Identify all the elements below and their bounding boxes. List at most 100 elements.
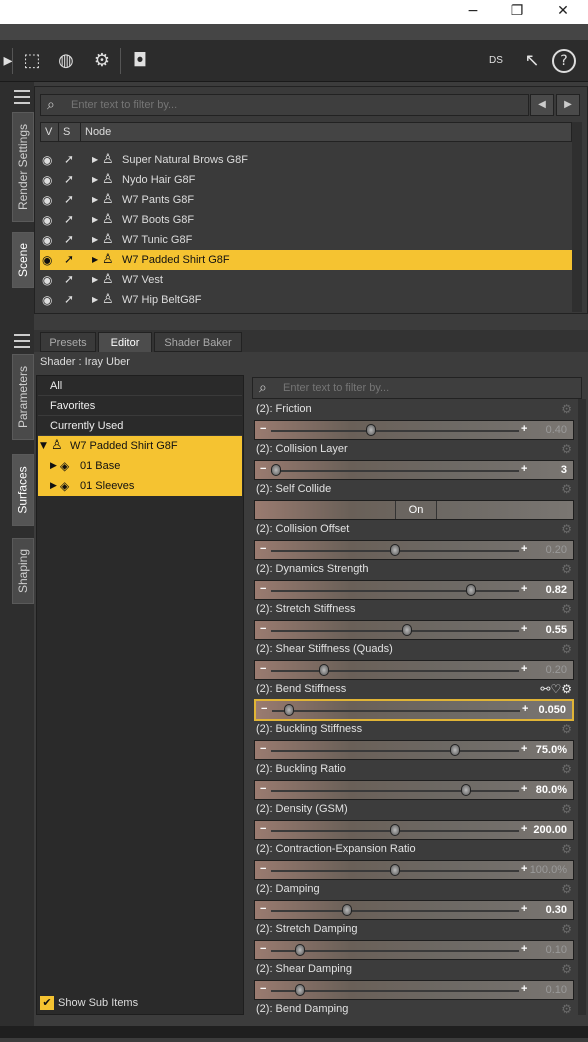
expand-right-icon[interactable]: ▶	[92, 155, 98, 164]
decrement-button[interactable]: −	[260, 983, 266, 995]
gear-icon[interactable]: ⚙	[561, 722, 572, 736]
property-value[interactable]: 100.0%	[530, 864, 567, 876]
select-arrow-icon[interactable]: ➚	[64, 212, 74, 226]
scene-node-row[interactable]: ◉ ➚ ▶ ♙ Nydo Hair G8F	[40, 170, 572, 190]
gear-icon[interactable]: ⚙	[561, 882, 572, 896]
gear-icon[interactable]: ⚙	[561, 922, 572, 936]
tab-surfaces[interactable]: Surfaces	[12, 454, 34, 526]
increment-button[interactable]: +	[521, 543, 527, 555]
help-icon[interactable]: ?	[552, 49, 576, 73]
slider-track[interactable]: − +100.0%	[254, 860, 574, 880]
increment-button[interactable]: +	[522, 703, 528, 715]
decrement-button[interactable]: −	[260, 463, 266, 475]
minimize-button[interactable]: −	[450, 0, 496, 24]
gear-icon[interactable]: ⚙	[561, 562, 572, 576]
expand-right-icon[interactable]: ▶	[92, 255, 98, 264]
property-value[interactable]: 80.0%	[536, 784, 567, 796]
tree-item-all[interactable]: All	[38, 376, 242, 396]
slider-track[interactable]: − +0.10	[254, 980, 574, 1000]
slider-knob[interactable]	[461, 784, 471, 796]
decrement-button[interactable]: −	[260, 823, 266, 835]
scene-node-row[interactable]: ◉ ➚ ▶ ♙ Super Natural Brows G8F	[40, 150, 572, 170]
increment-button[interactable]: +	[521, 463, 527, 475]
scene-node-row[interactable]: ◉ ➚ ▶ ♙ W7 Pants G8F	[40, 190, 572, 210]
gear-icon[interactable]: ⚙	[561, 842, 572, 856]
slider-track[interactable]: − +0.40	[254, 420, 574, 440]
property-value[interactable]: 0.82	[546, 584, 567, 596]
tree-item-favorites[interactable]: Favorites	[38, 396, 242, 416]
property-value[interactable]: 0.050	[538, 704, 566, 716]
eye-icon[interactable]: ◉	[42, 253, 52, 267]
tab-render-settings[interactable]: Render Settings	[12, 112, 34, 222]
column-visible[interactable]: V	[41, 123, 59, 141]
tab-editor[interactable]: Editor	[98, 332, 152, 352]
filter-next-button[interactable]: ▶	[556, 94, 580, 116]
decrement-button[interactable]: −	[260, 663, 266, 675]
slider-knob[interactable]	[390, 544, 400, 556]
property-filter-input[interactable]	[283, 380, 573, 396]
tree-item-currently-used[interactable]: Currently Used	[38, 416, 242, 436]
eye-icon[interactable]: ◉	[42, 233, 52, 247]
decrement-button[interactable]: −	[260, 423, 266, 435]
gear-icon[interactable]: ⚙	[561, 602, 572, 616]
whats-this-icon[interactable]: ↖	[518, 48, 546, 74]
decrement-button[interactable]: −	[260, 903, 266, 915]
gear-icon[interactable]: ⚙	[561, 762, 572, 776]
increment-button[interactable]: +	[521, 423, 527, 435]
increment-button[interactable]: +	[521, 943, 527, 955]
slider-track[interactable]: − +0.82	[254, 580, 574, 600]
column-selectable[interactable]: S	[59, 123, 81, 141]
increment-button[interactable]: +	[521, 743, 527, 755]
slider-track[interactable]: − +200.00	[254, 820, 574, 840]
increment-button[interactable]: +	[521, 663, 527, 675]
expand-right-icon[interactable]: ▶	[92, 235, 98, 244]
close-button[interactable]: ✕	[540, 0, 586, 24]
eye-icon[interactable]: ◉	[42, 153, 52, 167]
slider-track[interactable]: − +75.0%	[254, 740, 574, 760]
render-settings-icon[interactable]: ⚙	[88, 48, 116, 74]
scene-node-row[interactable]: ◉ ➚ ▶ ♙ W7 Boots G8F	[40, 210, 572, 230]
slider-track[interactable]: − +0.10	[254, 940, 574, 960]
expand-right-icon[interactable]: ▶	[92, 195, 98, 204]
expand-right-icon[interactable]: ▶	[92, 175, 98, 184]
decrement-button[interactable]: −	[260, 543, 266, 555]
gear-icon[interactable]: ⚙	[561, 642, 572, 656]
select-arrow-icon[interactable]: ➚	[64, 292, 74, 306]
gear-icon[interactable]: ⚙	[561, 962, 572, 976]
slider-knob[interactable]	[390, 824, 400, 836]
scene-node-row[interactable]: ◉ ➚ ▶ ♙ W7 Padded Shirt G8F	[40, 250, 572, 270]
select-arrow-icon[interactable]: ➚	[64, 252, 74, 266]
property-value[interactable]: 0.10	[546, 984, 567, 996]
eye-icon[interactable]: ◉	[42, 293, 52, 307]
property-value[interactable]: 0.40	[546, 424, 567, 436]
decrement-button[interactable]: −	[260, 783, 266, 795]
slider-knob[interactable]	[271, 464, 281, 476]
restore-button[interactable]: ❐	[494, 0, 540, 24]
render-camera-icon[interactable]: ◘	[126, 48, 154, 74]
eye-icon[interactable]: ◉	[42, 273, 52, 287]
property-value[interactable]: 75.0%	[536, 744, 567, 756]
expand-right-icon[interactable]: ▶	[92, 295, 98, 304]
decrement-button[interactable]: −	[260, 863, 266, 875]
expand-right-icon[interactable]: ▶	[92, 215, 98, 224]
scene-filter-input[interactable]	[71, 97, 511, 113]
eye-icon[interactable]: ◉	[42, 173, 52, 187]
toggle-button[interactable]: On	[395, 501, 437, 519]
increment-button[interactable]: +	[521, 783, 527, 795]
scene-scrollbar[interactable]	[572, 122, 582, 312]
slider-track[interactable]: − +0.55	[254, 620, 574, 640]
slider-knob[interactable]	[366, 424, 376, 436]
pane-menu-icon[interactable]	[14, 334, 30, 348]
decrement-button[interactable]: −	[260, 743, 266, 755]
tree-item-padded-shirt[interactable]: ▼ ♙ W7 Padded Shirt G8F	[38, 436, 242, 456]
decrement-button[interactable]: −	[260, 583, 266, 595]
slider-knob[interactable]	[295, 984, 305, 996]
property-scrollbar[interactable]	[578, 399, 586, 1015]
slider-knob[interactable]	[390, 864, 400, 876]
increment-button[interactable]: +	[521, 623, 527, 635]
slider-knob[interactable]	[466, 584, 476, 596]
scene-node-row[interactable]: ◉ ➚ ▶ ♙ W7 Tunic G8F	[40, 230, 572, 250]
gear-icon[interactable]: ⚯♡⚙	[540, 682, 572, 696]
expand-right-icon[interactable]: ▶	[92, 275, 98, 284]
gear-icon[interactable]: ⚙	[561, 1002, 572, 1016]
